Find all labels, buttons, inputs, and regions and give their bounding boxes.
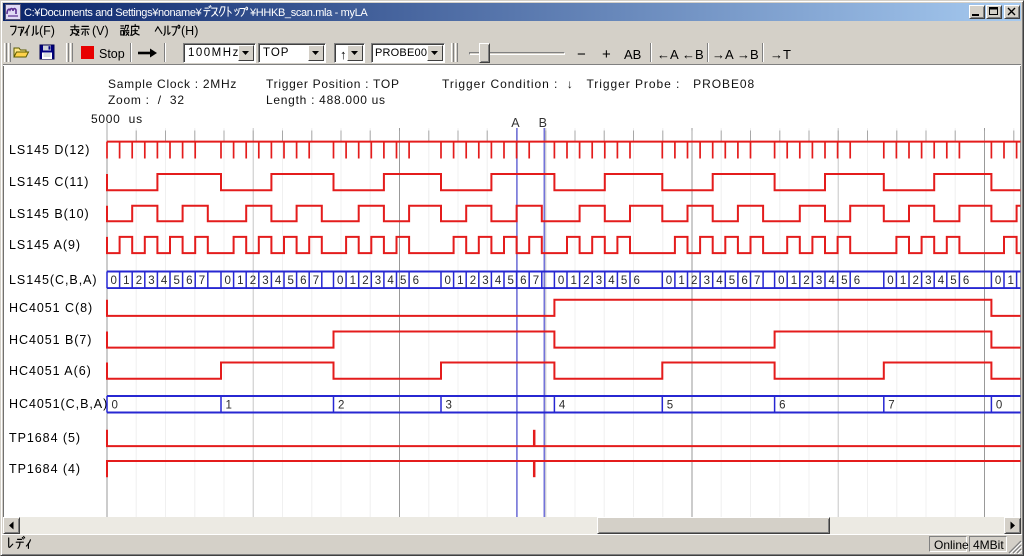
svg-text:0: 0 <box>111 275 117 287</box>
svg-text:2: 2 <box>470 275 476 287</box>
svg-text:5: 5 <box>950 275 956 287</box>
svg-text:3: 3 <box>816 275 822 287</box>
svg-text:1: 1 <box>237 275 243 287</box>
svg-text:3: 3 <box>925 275 931 287</box>
svg-text:2: 2 <box>136 275 142 287</box>
svg-text:1: 1 <box>1008 275 1014 287</box>
svg-text:7: 7 <box>754 275 760 287</box>
svg-text:2: 2 <box>691 275 697 287</box>
svg-text:0: 0 <box>778 275 784 287</box>
svg-text:0: 0 <box>995 275 1001 287</box>
svg-text:6: 6 <box>520 275 526 287</box>
svg-text:A: A <box>511 116 520 130</box>
svg-text:4: 4 <box>608 275 615 287</box>
svg-text:3: 3 <box>482 275 488 287</box>
svg-text:1: 1 <box>571 275 577 287</box>
svg-text:1: 1 <box>457 275 463 287</box>
svg-text:0: 0 <box>666 275 672 287</box>
svg-text:3: 3 <box>262 275 268 287</box>
svg-text:2: 2 <box>338 399 344 411</box>
svg-text:2: 2 <box>362 275 368 287</box>
svg-text:0: 0 <box>996 399 1002 411</box>
svg-text:6: 6 <box>779 399 785 411</box>
svg-text:5: 5 <box>174 275 180 287</box>
svg-text:3: 3 <box>704 275 710 287</box>
svg-text:5: 5 <box>841 275 847 287</box>
svg-text:4: 4 <box>716 275 723 287</box>
svg-text:4: 4 <box>161 275 168 287</box>
svg-text:7: 7 <box>888 399 894 411</box>
svg-text:7: 7 <box>313 275 319 287</box>
svg-text:1: 1 <box>350 275 356 287</box>
svg-text:3: 3 <box>148 275 154 287</box>
svg-text:6: 6 <box>634 275 640 287</box>
svg-text:6: 6 <box>186 275 192 287</box>
svg-text:5: 5 <box>400 275 406 287</box>
svg-text:0: 0 <box>558 275 564 287</box>
svg-text:0: 0 <box>445 275 451 287</box>
svg-text:6: 6 <box>854 275 860 287</box>
svg-text:5: 5 <box>621 275 627 287</box>
svg-text:2: 2 <box>250 275 256 287</box>
svg-text:4: 4 <box>495 275 502 287</box>
svg-text:2: 2 <box>913 275 919 287</box>
svg-text:2: 2 <box>583 275 589 287</box>
svg-text:5: 5 <box>667 399 673 411</box>
svg-text:0: 0 <box>225 275 231 287</box>
svg-text:0: 0 <box>337 275 343 287</box>
svg-text:1: 1 <box>900 275 906 287</box>
svg-text:7: 7 <box>199 275 205 287</box>
svg-text:4: 4 <box>275 275 282 287</box>
svg-text:6: 6 <box>741 275 747 287</box>
svg-text:1: 1 <box>791 275 797 287</box>
svg-text:5: 5 <box>288 275 294 287</box>
svg-text:4: 4 <box>387 275 394 287</box>
svg-text:5: 5 <box>508 275 514 287</box>
svg-text:3: 3 <box>596 275 602 287</box>
svg-text:1: 1 <box>226 399 232 411</box>
svg-text:0: 0 <box>887 275 893 287</box>
svg-text:6: 6 <box>413 275 419 287</box>
svg-text:B: B <box>539 116 547 130</box>
svg-text:4: 4 <box>559 399 566 411</box>
svg-text:4: 4 <box>829 275 836 287</box>
svg-text:2: 2 <box>803 275 809 287</box>
svg-text:6: 6 <box>300 275 306 287</box>
svg-text:4: 4 <box>938 275 945 287</box>
svg-text:3: 3 <box>375 275 381 287</box>
svg-text:0: 0 <box>112 399 118 411</box>
svg-text:3: 3 <box>446 399 452 411</box>
svg-text:5: 5 <box>729 275 735 287</box>
svg-text:1: 1 <box>678 275 684 287</box>
svg-text:7: 7 <box>533 275 539 287</box>
svg-text:1: 1 <box>123 275 129 287</box>
svg-text:6: 6 <box>963 275 969 287</box>
